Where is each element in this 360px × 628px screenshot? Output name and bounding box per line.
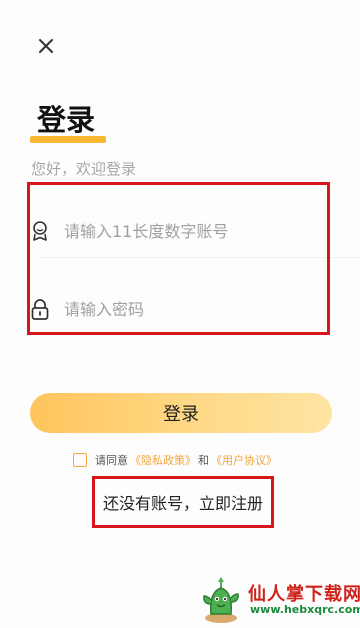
user-badge-icon xyxy=(30,220,50,242)
account-field-row xyxy=(30,206,360,258)
close-button[interactable] xyxy=(34,34,58,58)
login-button[interactable]: 登录 xyxy=(30,393,332,433)
user-agreement-link[interactable]: 《用户协议》 xyxy=(211,452,277,468)
welcome-subtitle: 您好，欢迎登录 xyxy=(31,160,137,178)
agreement-prefix: 请同意 xyxy=(95,454,128,467)
register-link[interactable]: 还没有账号，立即注册 xyxy=(92,476,274,528)
field-divider xyxy=(38,257,360,258)
privacy-policy-link[interactable]: 《隐私政策》 xyxy=(130,452,196,468)
lock-icon xyxy=(30,298,50,320)
password-field-row xyxy=(30,284,360,336)
agree-checkbox[interactable] xyxy=(73,453,87,467)
page-title-block: 登录 xyxy=(30,100,110,150)
watermark-url: www.hebxqrc.com xyxy=(250,603,360,616)
agreement-row: 请同意 《隐私政策》 和 《用户协议》 xyxy=(73,451,279,469)
account-input[interactable] xyxy=(64,214,344,248)
page-title: 登录 xyxy=(37,103,96,137)
close-icon xyxy=(39,39,53,53)
cactus-icon xyxy=(196,574,246,624)
agreement-and: 和 xyxy=(198,454,209,467)
watermark: 仙人掌下载网 www.hebxqrc.com xyxy=(196,574,360,624)
password-input[interactable] xyxy=(64,292,344,326)
